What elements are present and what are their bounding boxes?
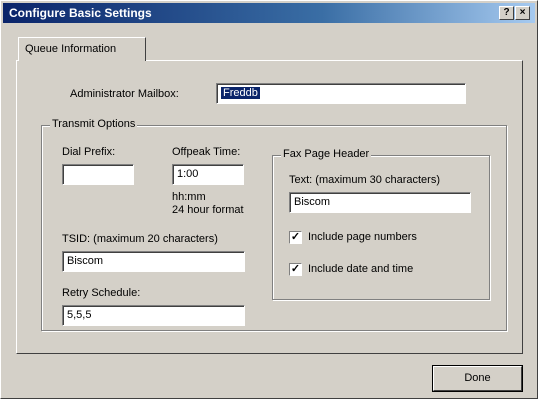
done-button[interactable]: Done: [433, 366, 522, 391]
tsid-input[interactable]: Biscom: [62, 251, 245, 272]
checkmark-icon: ✓: [290, 263, 301, 275]
admin-mailbox-input[interactable]: Freddb: [216, 83, 466, 104]
offpeak-time-input[interactable]: 1:00: [172, 164, 244, 185]
dial-prefix-input[interactable]: [62, 164, 134, 185]
tsid-value: Biscom: [67, 255, 104, 267]
help-button[interactable]: ?: [499, 6, 514, 20]
window-title: Configure Basic Settings: [9, 6, 152, 20]
offpeak-time-value: 1:00: [177, 168, 199, 180]
fax-page-header-group: Fax Page Header Text: (maximum 30 charac…: [272, 148, 490, 300]
offpeak-format-hint: hh:mm: [172, 191, 206, 203]
close-button[interactable]: ×: [515, 6, 530, 20]
retry-schedule-value: 5,5,5: [67, 309, 92, 321]
transmit-options-group: Transmit Options Dial Prefix: Offpeak Ti…: [41, 118, 507, 331]
include-date-time-label: Include date and time: [308, 263, 414, 275]
retry-schedule-label: Retry Schedule:: [62, 287, 141, 299]
header-text-label: Text: (maximum 30 characters): [289, 174, 440, 186]
close-icon: ×: [519, 7, 526, 18]
offpeak-format-hint-2: 24 hour format: [172, 204, 244, 216]
tab-label: Queue Information: [25, 43, 117, 55]
include-date-time-checkbox[interactable]: ✓: [289, 263, 302, 276]
checkmark-icon: ✓: [290, 231, 301, 243]
include-page-numbers-label: Include page numbers: [308, 231, 417, 243]
title-bar[interactable]: Configure Basic Settings ? ×: [3, 3, 535, 23]
tsid-label: TSID: (maximum 20 characters): [62, 233, 218, 245]
include-page-numbers-checkbox[interactable]: ✓: [289, 231, 302, 244]
help-icon: ?: [503, 7, 510, 18]
retry-schedule-input[interactable]: 5,5,5: [62, 305, 245, 326]
header-text-input[interactable]: Biscom: [289, 192, 471, 213]
fax-page-header-legend: Fax Page Header: [281, 148, 372, 160]
dialog-window: Configure Basic Settings ? × Queue Infor…: [0, 0, 538, 399]
dial-prefix-label: Dial Prefix:: [62, 146, 116, 158]
admin-mailbox-value: Freddb: [221, 87, 260, 99]
tab-queue-information[interactable]: Queue Information: [18, 37, 146, 61]
admin-mailbox-label: Administrator Mailbox:: [70, 88, 179, 100]
offpeak-time-label: Offpeak Time:: [172, 146, 241, 158]
done-button-label: Done: [464, 372, 491, 384]
header-text-value: Biscom: [294, 196, 331, 208]
tab-panel: Administrator Mailbox: Freddb Transmit O…: [16, 60, 523, 354]
transmit-options-legend: Transmit Options: [50, 118, 138, 130]
